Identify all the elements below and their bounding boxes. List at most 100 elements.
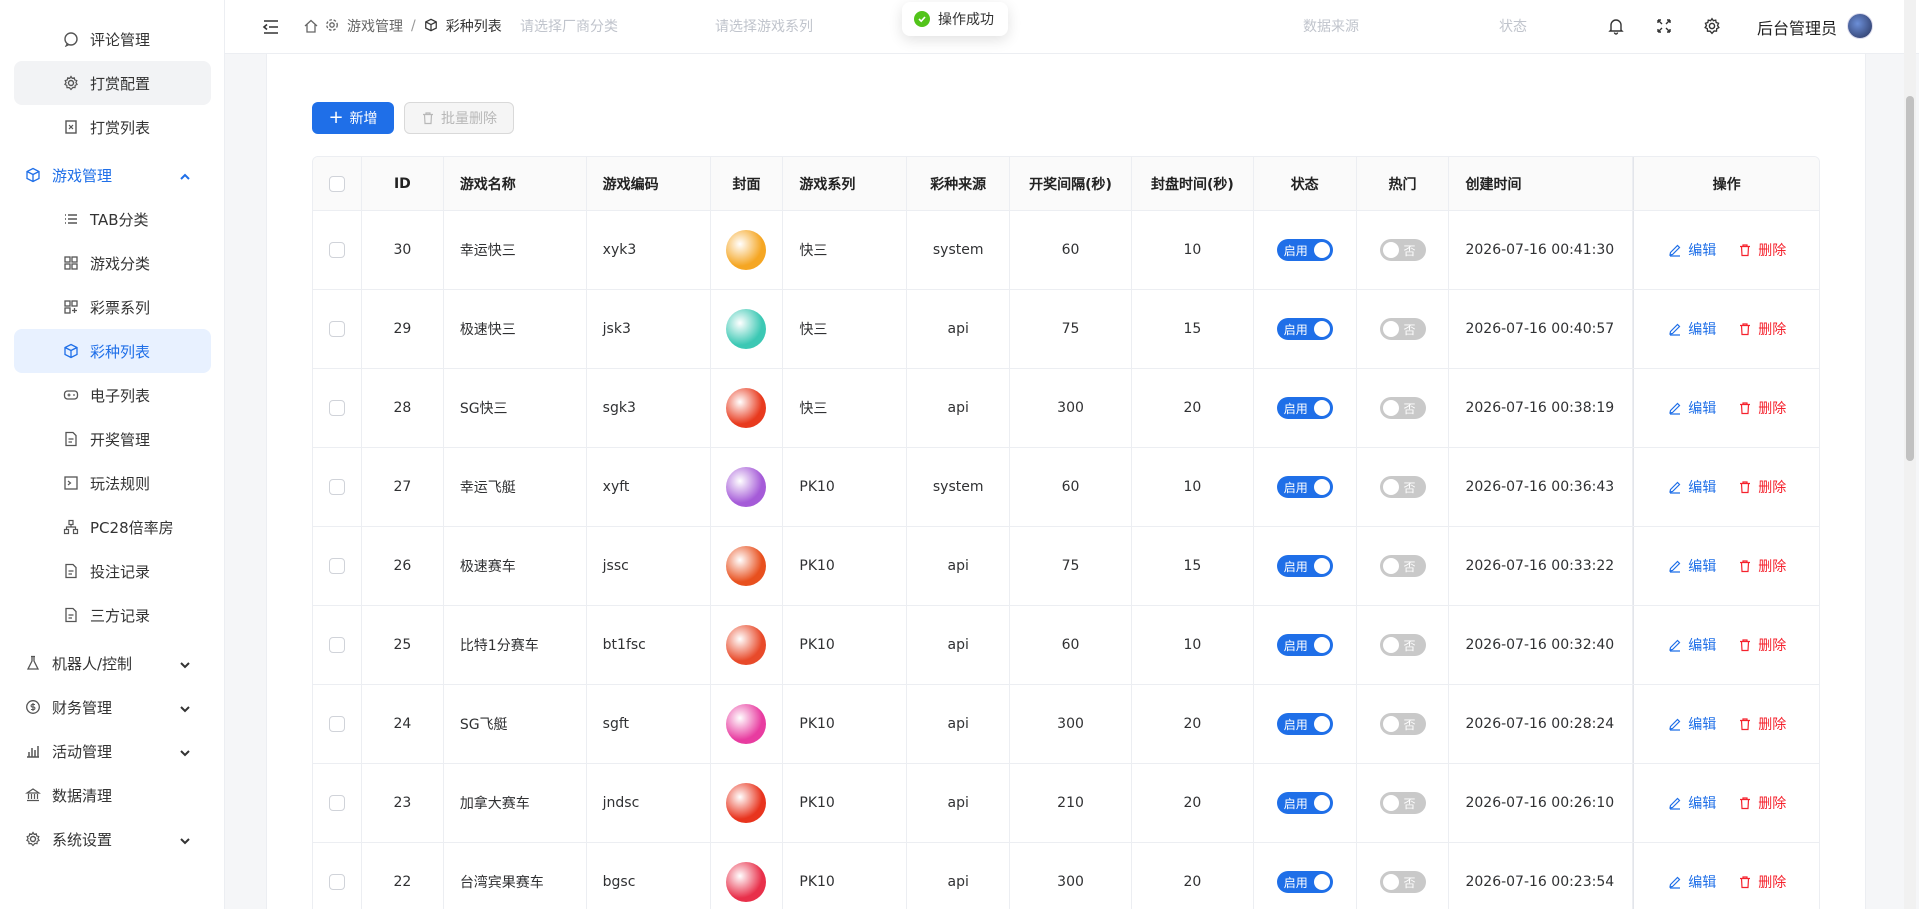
row-select-cell[interactable] — [313, 843, 362, 909]
row-checkbox[interactable] — [328, 400, 345, 416]
select-all-checkbox[interactable] — [328, 175, 345, 192]
sidebar-item-reward-config[interactable]: 打赏配置 — [14, 61, 211, 105]
breadcrumb-item[interactable]: 游戏管理 — [347, 16, 403, 36]
sidebar-item-bet-records[interactable]: 投注记录 — [14, 549, 211, 593]
scrollbar-thumb[interactable] — [1906, 96, 1914, 461]
delete-button[interactable]: 删除 — [1738, 240, 1786, 260]
add-button[interactable]: + 新增 — [312, 102, 394, 134]
edit-button[interactable]: 编辑 — [1668, 872, 1716, 892]
sidebar-item-reward-list[interactable]: 打赏列表 — [14, 105, 211, 149]
edit-button[interactable]: 编辑 — [1668, 240, 1716, 260]
bell-icon[interactable] — [1607, 17, 1627, 37]
delete-button[interactable]: 删除 — [1738, 635, 1786, 655]
edit-button[interactable]: 编辑 — [1668, 477, 1716, 497]
status-toggle[interactable]: 启用 — [1276, 476, 1333, 498]
sidebar-item-data-cleanup[interactable]: 数据清理 — [0, 773, 224, 817]
row-select-cell[interactable] — [313, 527, 362, 605]
row-checkbox[interactable] — [328, 242, 345, 258]
hot-toggle[interactable]: 否 — [1379, 871, 1426, 893]
hot-toggle[interactable]: 否 — [1379, 239, 1426, 261]
col-header-id: ID — [362, 157, 444, 210]
sidebar-item-finance-manage[interactable]: 财务管理 — [0, 685, 224, 729]
row-checkbox[interactable] — [328, 637, 345, 653]
home-icon[interactable] — [303, 18, 319, 34]
status-toggle[interactable]: 启用 — [1276, 555, 1333, 577]
row-checkbox[interactable] — [328, 558, 345, 574]
status-toggle[interactable]: 启用 — [1276, 318, 1333, 340]
sidebar-item-draw-manage[interactable]: 开奖管理 — [14, 417, 211, 461]
status-toggle[interactable]: 启用 — [1276, 871, 1333, 893]
trash-icon — [1738, 401, 1752, 415]
cell-actions: 编辑 删除 — [1633, 448, 1819, 526]
edit-button[interactable]: 编辑 — [1668, 793, 1716, 813]
hot-toggle[interactable]: 否 — [1379, 318, 1426, 340]
toggle-knob — [1382, 716, 1399, 732]
edit-button[interactable]: 编辑 — [1668, 319, 1716, 339]
status-toggle[interactable]: 启用 — [1276, 239, 1333, 261]
row-select-cell[interactable] — [313, 369, 362, 447]
edit-button[interactable]: 编辑 — [1668, 556, 1716, 576]
cell-close-time: 10 — [1132, 606, 1254, 684]
sidebar-item-pc28-room[interactable]: PC28倍率房 — [14, 505, 211, 549]
delete-button[interactable]: 删除 — [1738, 477, 1786, 497]
sidebar-item-robot-control[interactable]: 机器人/控制 — [0, 641, 224, 685]
cover-image — [726, 388, 767, 428]
status-toggle[interactable]: 启用 — [1276, 397, 1333, 419]
delete-button[interactable]: 删除 — [1738, 398, 1786, 418]
row-select-cell[interactable] — [313, 764, 362, 842]
row-select-cell[interactable] — [313, 211, 362, 289]
batch-delete-button[interactable]: 批量删除 — [404, 102, 514, 134]
delete-button[interactable]: 删除 — [1738, 793, 1786, 813]
edit-button[interactable]: 编辑 — [1668, 714, 1716, 734]
sidebar-item-activity-manage[interactable]: 活动管理 — [0, 729, 224, 773]
edit-button[interactable]: 编辑 — [1668, 635, 1716, 655]
delete-button[interactable]: 删除 — [1738, 872, 1786, 892]
cell-actions: 编辑 删除 — [1633, 211, 1819, 289]
gear-icon — [62, 74, 80, 92]
sidebar-item-electronic-list[interactable]: 电子列表 — [14, 373, 211, 417]
cell-code: bt1fsc — [587, 606, 711, 684]
cell-source: system — [907, 448, 1011, 526]
avatar[interactable] — [1847, 13, 1873, 39]
delete-button[interactable]: 删除 — [1738, 556, 1786, 576]
sidebar-item-third-party-records[interactable]: 三方记录 — [14, 593, 211, 637]
row-select-cell[interactable] — [313, 448, 362, 526]
row-select-cell[interactable] — [313, 606, 362, 684]
lottery-table: ID 游戏名称 游戏编码 封面 游戏系列 彩种来源 开奖间隔(秒) 封盘时间(秒… — [312, 156, 1820, 909]
hot-toggle[interactable]: 否 — [1379, 792, 1426, 814]
sidebar-item-game-category[interactable]: 游戏分类 — [14, 241, 211, 285]
cell-hot: 否 — [1357, 290, 1450, 368]
fullscreen-icon[interactable] — [1655, 17, 1675, 37]
sidebar-item-lottery-series[interactable]: 彩票系列 — [14, 285, 211, 329]
status-toggle[interactable]: 启用 — [1276, 792, 1333, 814]
hot-toggle[interactable]: 否 — [1379, 476, 1426, 498]
sidebar-item-tab-category[interactable]: TAB分类 — [14, 197, 211, 241]
sidebar-item-lottery-list[interactable]: 彩种列表 — [14, 329, 211, 373]
status-toggle[interactable]: 启用 — [1276, 713, 1333, 735]
sidebar-item-play-rules[interactable]: 玩法规则 — [14, 461, 211, 505]
sidebar-item-label: 活动管理 — [52, 742, 113, 761]
delete-button[interactable]: 删除 — [1738, 714, 1786, 734]
row-select-cell[interactable] — [313, 685, 362, 763]
edit-button[interactable]: 编辑 — [1668, 398, 1716, 418]
sidebar-item-game-manage[interactable]: 游戏管理 — [0, 153, 224, 197]
row-checkbox[interactable] — [328, 321, 345, 337]
row-checkbox[interactable] — [328, 874, 345, 890]
header-select-all[interactable] — [313, 157, 362, 210]
menu-fold-icon[interactable] — [261, 17, 281, 37]
status-toggle[interactable]: 启用 — [1276, 634, 1333, 656]
sidebar-item-system-settings[interactable]: 系统设置 — [0, 817, 224, 861]
delete-button[interactable]: 删除 — [1738, 319, 1786, 339]
row-checkbox[interactable] — [328, 795, 345, 811]
sidebar-item-comment-manage[interactable]: 评论管理 — [14, 17, 211, 61]
row-checkbox[interactable] — [328, 479, 345, 495]
row-checkbox[interactable] — [328, 716, 345, 732]
hot-toggle[interactable]: 否 — [1379, 713, 1426, 735]
admin-name[interactable]: 后台管理员 — [1757, 15, 1837, 39]
col-header-code: 游戏编码 — [587, 157, 711, 210]
row-select-cell[interactable] — [313, 290, 362, 368]
hot-toggle[interactable]: 否 — [1379, 634, 1426, 656]
hot-toggle[interactable]: 否 — [1379, 555, 1426, 577]
hot-toggle[interactable]: 否 — [1379, 397, 1426, 419]
settings-gear-icon[interactable] — [1703, 17, 1723, 37]
